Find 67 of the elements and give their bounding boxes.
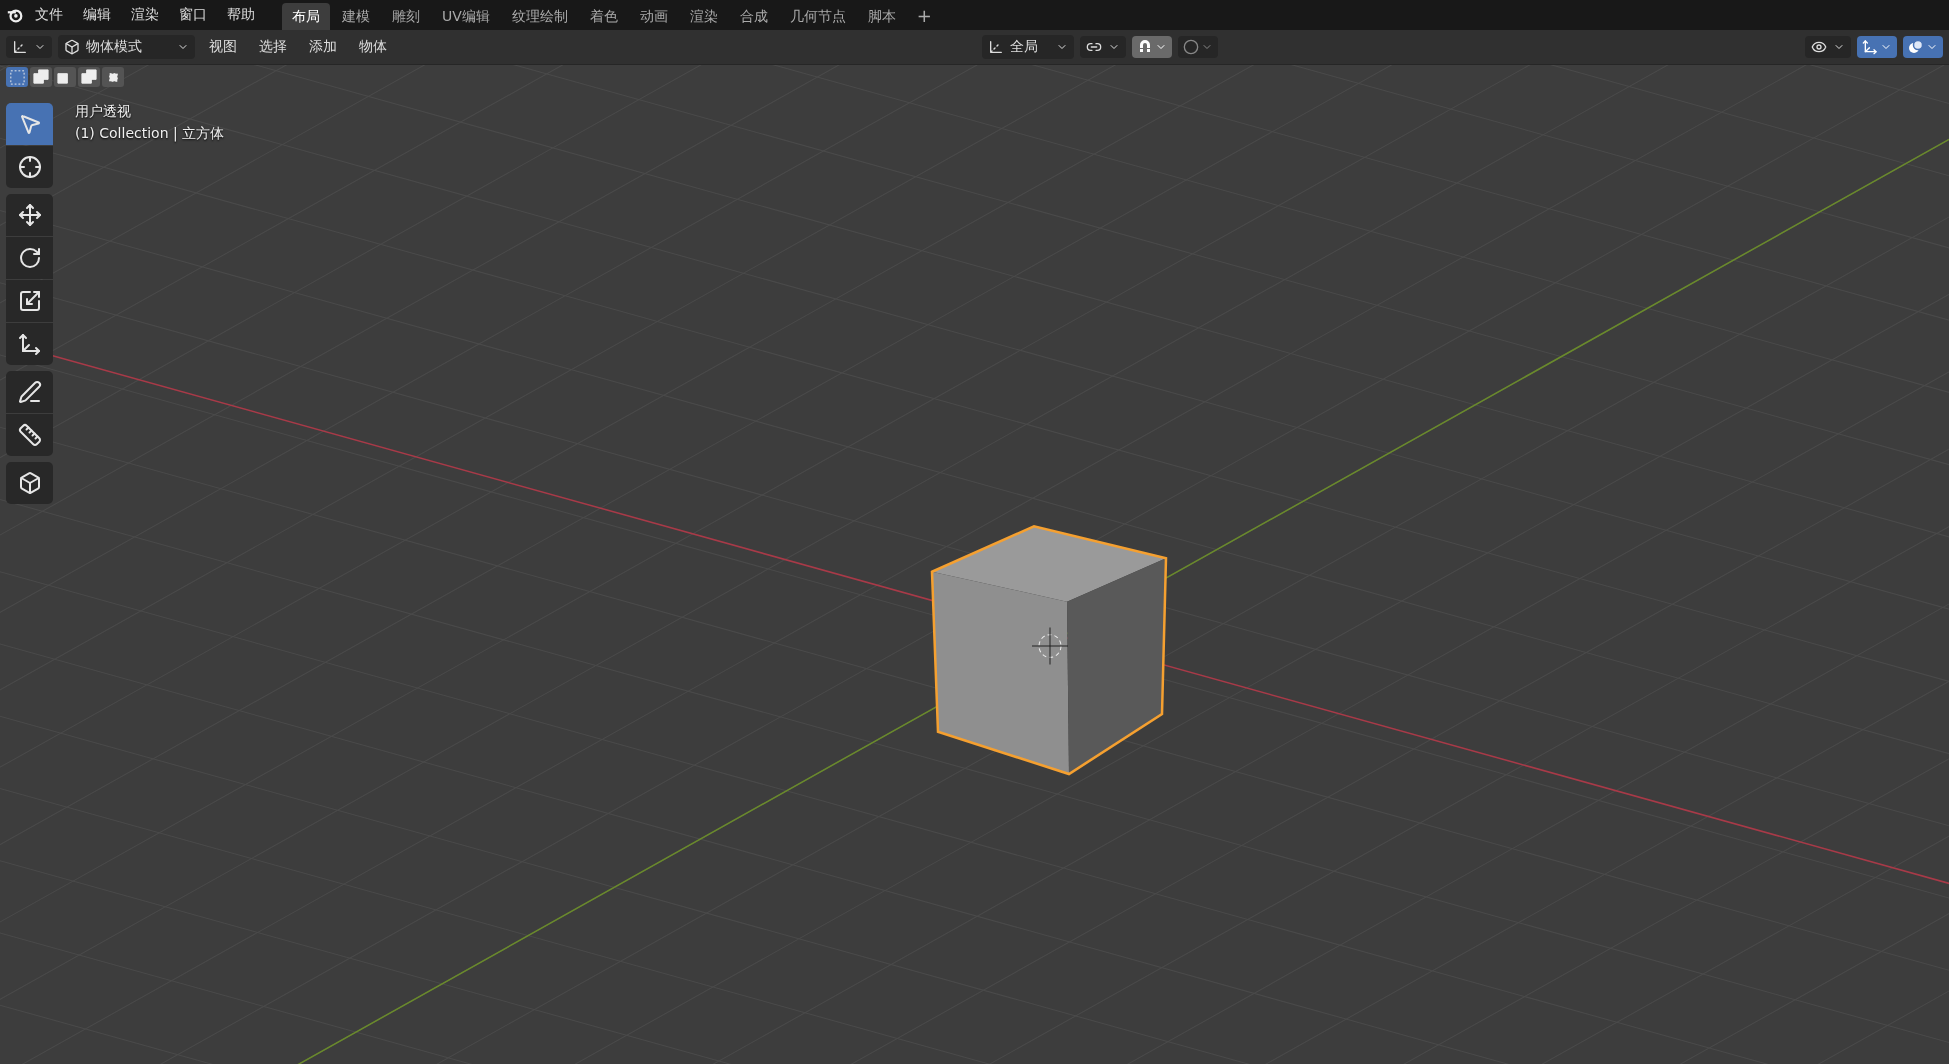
view-name-text: 用户透视: [75, 103, 132, 121]
cube-drawing[interactable]: [930, 525, 1168, 776]
selection-mode-button[interactable]: [102, 67, 124, 87]
workspace-tab[interactable]: 合成: [729, 3, 778, 31]
selection-mode-button[interactable]: [6, 67, 28, 87]
tool-button[interactable]: [6, 146, 53, 188]
header-menu-item[interactable]: 选择: [251, 35, 295, 59]
workspace-tab[interactable]: 纹理绘制: [501, 3, 578, 31]
overlays-toggle[interactable]: [1903, 36, 1943, 58]
header-menu-item[interactable]: 添加: [301, 35, 345, 59]
axes-icon: [988, 39, 1004, 55]
annotate-tool-icon: [17, 380, 42, 404]
workspace-tab[interactable]: 几何节点: [779, 3, 856, 31]
workspace-tab[interactable]: 着色: [579, 3, 628, 31]
scale-tool-icon: [17, 289, 42, 313]
magnet-icon: [1137, 39, 1153, 55]
gizmo-toggle[interactable]: [1857, 36, 1897, 58]
visibility-dropdown[interactable]: [1805, 36, 1851, 58]
menu-item[interactable]: 窗口: [170, 2, 216, 28]
rotate-tool-icon: [17, 246, 42, 270]
3d-viewport[interactable]: 用户透视 (1) Collection | 立方体: [0, 65, 1949, 1064]
tool-button[interactable]: [6, 237, 53, 279]
workspace-tab[interactable]: 动画: [629, 3, 678, 31]
workspace-tab[interactable]: 布局: [282, 3, 330, 31]
cube-icon: [64, 39, 80, 55]
header-menu-item[interactable]: 物体: [351, 35, 395, 59]
add-cube-tool-icon: [17, 471, 42, 495]
tool-button[interactable]: [6, 414, 53, 456]
header-menu-item[interactable]: 视图: [201, 35, 245, 59]
eye-icon: [1811, 39, 1827, 55]
workspace-tab[interactable]: 脚本: [857, 3, 906, 31]
tool-button[interactable]: [6, 323, 53, 365]
workspace-tab[interactable]: UV编辑: [432, 3, 500, 31]
menu-item[interactable]: 编辑: [74, 2, 120, 28]
tool-button[interactable]: [6, 194, 53, 236]
workspace-tab[interactable]: 雕刻: [382, 3, 430, 31]
transform-tool-icon: [17, 332, 42, 356]
cursor-tool-icon: [17, 155, 42, 179]
pivot-dropdown[interactable]: [1080, 36, 1126, 58]
workspace-tab[interactable]: 渲染: [679, 3, 728, 31]
selection-mode-icon: [32, 68, 50, 86]
add-workspace-button[interactable]: +: [907, 0, 941, 30]
circle-icon: [1183, 39, 1199, 55]
tool-button[interactable]: [6, 371, 53, 413]
move-tool-icon: [17, 203, 42, 227]
tool-button[interactable]: [6, 462, 53, 504]
selection-mode-icon: [80, 68, 98, 86]
selection-mode-icon: [8, 68, 26, 86]
orientation-dropdown[interactable]: 全局: [982, 35, 1074, 59]
axes-icon: [1862, 39, 1878, 55]
selection-mode-button[interactable]: [78, 67, 100, 87]
overlapping-circles-icon: [1908, 39, 1924, 55]
app-logo-icon[interactable]: [6, 6, 24, 24]
selection-mode-button[interactable]: [30, 67, 52, 87]
axes-icon: [12, 39, 28, 55]
menu-item[interactable]: 帮助: [218, 2, 264, 28]
proportional-edit-toggle[interactable]: [1178, 36, 1218, 58]
measure-tool-icon: [17, 423, 42, 447]
mode-dropdown[interactable]: 物体模式: [58, 35, 195, 59]
tool-button[interactable]: [6, 280, 53, 322]
context-text: (1) Collection | 立方体: [75, 125, 225, 143]
menu-item[interactable]: 渲染: [122, 2, 168, 28]
snap-toggle[interactable]: [1132, 36, 1172, 58]
workspace-tab[interactable]: 建模: [332, 3, 380, 31]
selection-mode-button[interactable]: [54, 67, 76, 87]
editor-type-dropdown[interactable]: [6, 36, 52, 58]
menu-item[interactable]: 文件: [26, 2, 72, 28]
